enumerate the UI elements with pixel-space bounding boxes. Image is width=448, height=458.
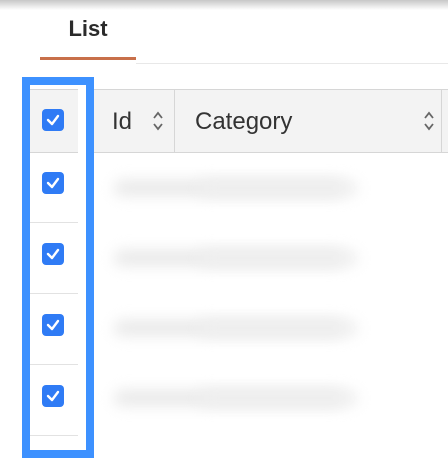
sort-icon[interactable] bbox=[423, 110, 435, 132]
check-icon bbox=[46, 319, 60, 331]
row-checkbox[interactable] bbox=[42, 243, 64, 265]
table-body bbox=[88, 152, 448, 450]
top-shadow bbox=[0, 0, 448, 10]
tab-list[interactable]: List bbox=[40, 12, 136, 60]
column-header-category-label: Category bbox=[195, 108, 293, 135]
check-icon bbox=[46, 177, 60, 189]
check-icon bbox=[46, 390, 60, 402]
check-icon bbox=[46, 114, 60, 126]
active-tab-indicator bbox=[40, 57, 136, 60]
tab-bar-divider bbox=[136, 63, 448, 64]
row-select-cell bbox=[30, 365, 78, 436]
row-select-cell bbox=[30, 223, 78, 294]
table-row[interactable] bbox=[88, 152, 448, 222]
blurred-content bbox=[198, 390, 358, 406]
row-checkbox[interactable] bbox=[42, 172, 64, 194]
table-row[interactable] bbox=[88, 362, 448, 432]
table-row[interactable] bbox=[88, 292, 448, 362]
column-header-category[interactable]: Category bbox=[175, 90, 442, 152]
sort-icon[interactable] bbox=[152, 110, 164, 132]
row-select-cell bbox=[30, 152, 78, 223]
select-all-checkbox[interactable] bbox=[42, 109, 64, 131]
blurred-content bbox=[198, 180, 358, 196]
table-header: Id Category bbox=[88, 89, 448, 153]
blurred-content bbox=[198, 320, 358, 336]
blurred-content bbox=[198, 250, 358, 266]
column-header-id-label: Id bbox=[112, 108, 133, 135]
row-select-cell bbox=[30, 294, 78, 365]
select-all-cell bbox=[30, 89, 78, 153]
checkbox-column-highlight bbox=[22, 77, 94, 458]
row-checkbox[interactable] bbox=[42, 314, 64, 336]
column-header-id[interactable]: Id bbox=[88, 90, 175, 152]
row-checkbox[interactable] bbox=[42, 385, 64, 407]
check-icon bbox=[46, 248, 60, 260]
table-row[interactable] bbox=[88, 222, 448, 292]
tab-list-label: List bbox=[68, 16, 108, 41]
